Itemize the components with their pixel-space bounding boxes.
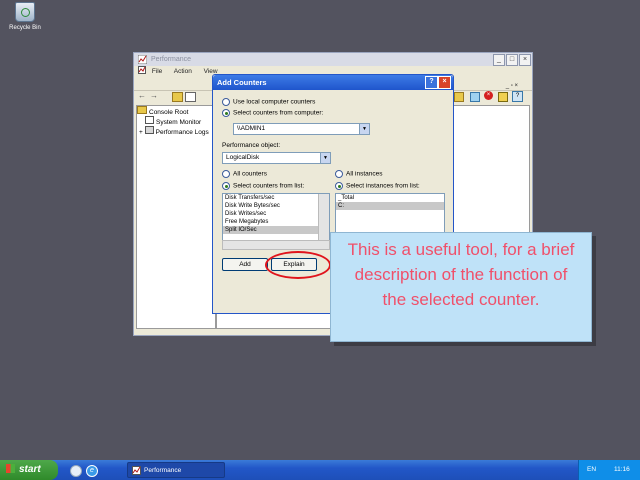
- help-icon[interactable]: ?: [512, 91, 523, 102]
- folder-icon: [137, 106, 147, 114]
- counter-item-selected[interactable]: Split IO/Sec: [223, 226, 329, 234]
- explain-highlight-circle: [265, 251, 331, 279]
- select-counters-radio[interactable]: [222, 182, 230, 190]
- instance-item-selected[interactable]: C:: [336, 202, 444, 210]
- start-button[interactable]: start: [0, 460, 58, 480]
- expand-icon[interactable]: +: [139, 129, 143, 136]
- performance-app-icon: [138, 55, 147, 64]
- logs-icon: [144, 126, 154, 134]
- counters-list[interactable]: Disk Transfers/sec Disk Write Bytes/sec …: [222, 193, 330, 241]
- select-counters-option[interactable]: Select counters from list:: [222, 182, 304, 190]
- counter-item[interactable]: Disk Transfers/sec: [223, 194, 329, 202]
- perf-object-label: Performance object:: [222, 142, 281, 149]
- callout-text: This is a useful tool, for a brief descr…: [347, 240, 575, 309]
- chevron-down-icon[interactable]: ▼: [359, 124, 369, 134]
- internet-explorer-icon[interactable]: e: [86, 465, 98, 477]
- all-instances-option[interactable]: All instances: [335, 170, 383, 178]
- performance-window-title: Performance: [151, 56, 192, 63]
- performance-titlebar[interactable]: Performance _ □ ×: [134, 53, 532, 66]
- console-tree: Console Root System Monitor + Performanc…: [136, 105, 216, 329]
- all-counters-radio[interactable]: [222, 170, 230, 178]
- windows-flag-icon: [6, 464, 15, 473]
- taskbar-item-performance[interactable]: Performance: [127, 462, 225, 478]
- menu-action[interactable]: Action: [174, 68, 192, 75]
- up-folder-icon[interactable]: [172, 92, 183, 102]
- back-arrow-icon[interactable]: ←: [138, 91, 146, 100]
- delete-counter-icon[interactable]: ×: [484, 91, 493, 100]
- menu-file[interactable]: File: [152, 68, 162, 75]
- recycle-bin-shortcut[interactable]: Recycle Bin: [4, 2, 46, 31]
- instance-item[interactable]: _Total: [336, 194, 444, 202]
- counters-scrollbar[interactable]: [318, 194, 329, 240]
- close-button[interactable]: ×: [519, 54, 531, 66]
- use-local-option[interactable]: Use local computer counters: [222, 98, 315, 106]
- tree-item-console-root[interactable]: Console Root: [137, 106, 215, 116]
- counters-hscrollbar[interactable]: [222, 240, 330, 250]
- dialog-close-button[interactable]: ×: [438, 76, 451, 89]
- system-tray: EN 11:16: [578, 460, 640, 480]
- all-counters-option[interactable]: All counters: [222, 170, 267, 178]
- computer-combo[interactable]: \\ADMIN1 ▼: [233, 123, 370, 135]
- counter-item[interactable]: Free Megabytes: [223, 218, 329, 226]
- help-button[interactable]: ?: [425, 76, 438, 89]
- show-hide-tree-icon[interactable]: [185, 92, 196, 102]
- console-icon: [138, 66, 146, 74]
- perf-object-combo[interactable]: LogicalDisk ▼: [222, 152, 331, 164]
- select-instances-option[interactable]: Select instances from list:: [335, 182, 420, 190]
- use-local-radio[interactable]: [222, 98, 230, 106]
- forward-arrow-icon[interactable]: →: [150, 91, 158, 100]
- performance-task-icon: [132, 466, 141, 475]
- minimize-button[interactable]: _: [493, 54, 505, 66]
- chevron-down-icon[interactable]: ▼: [320, 153, 330, 163]
- recycle-bin-label: Recycle Bin: [9, 25, 41, 31]
- select-instances-radio[interactable]: [335, 182, 343, 190]
- language-indicator[interactable]: EN: [587, 466, 596, 473]
- freeze-display-icon[interactable]: [498, 92, 508, 102]
- tree-item-system-monitor[interactable]: System Monitor: [137, 116, 215, 126]
- highlight-icon[interactable]: [470, 92, 480, 102]
- dialog-titlebar[interactable]: Add Counters ? ×: [213, 75, 453, 90]
- all-instances-radio[interactable]: [335, 170, 343, 178]
- add-button[interactable]: Add: [222, 258, 268, 271]
- clock[interactable]: 11:16: [614, 466, 630, 473]
- select-computer-radio[interactable]: [222, 109, 230, 117]
- maximize-button[interactable]: □: [506, 54, 518, 66]
- chart-icon: [145, 116, 154, 124]
- tree-item-performance-logs[interactable]: + Performance Logs: [137, 126, 215, 136]
- counter-item[interactable]: Disk Write Bytes/sec: [223, 202, 329, 210]
- tutorial-callout: This is a useful tool, for a brief descr…: [330, 232, 592, 342]
- dialog-title: Add Counters: [217, 78, 267, 87]
- counter-item[interactable]: Disk Writes/sec: [223, 210, 329, 218]
- properties-icon[interactable]: [454, 92, 464, 102]
- select-computer-option[interactable]: Select counters from computer:: [222, 109, 323, 117]
- show-desktop-icon[interactable]: [70, 465, 82, 477]
- recycle-bin-icon: [15, 2, 35, 22]
